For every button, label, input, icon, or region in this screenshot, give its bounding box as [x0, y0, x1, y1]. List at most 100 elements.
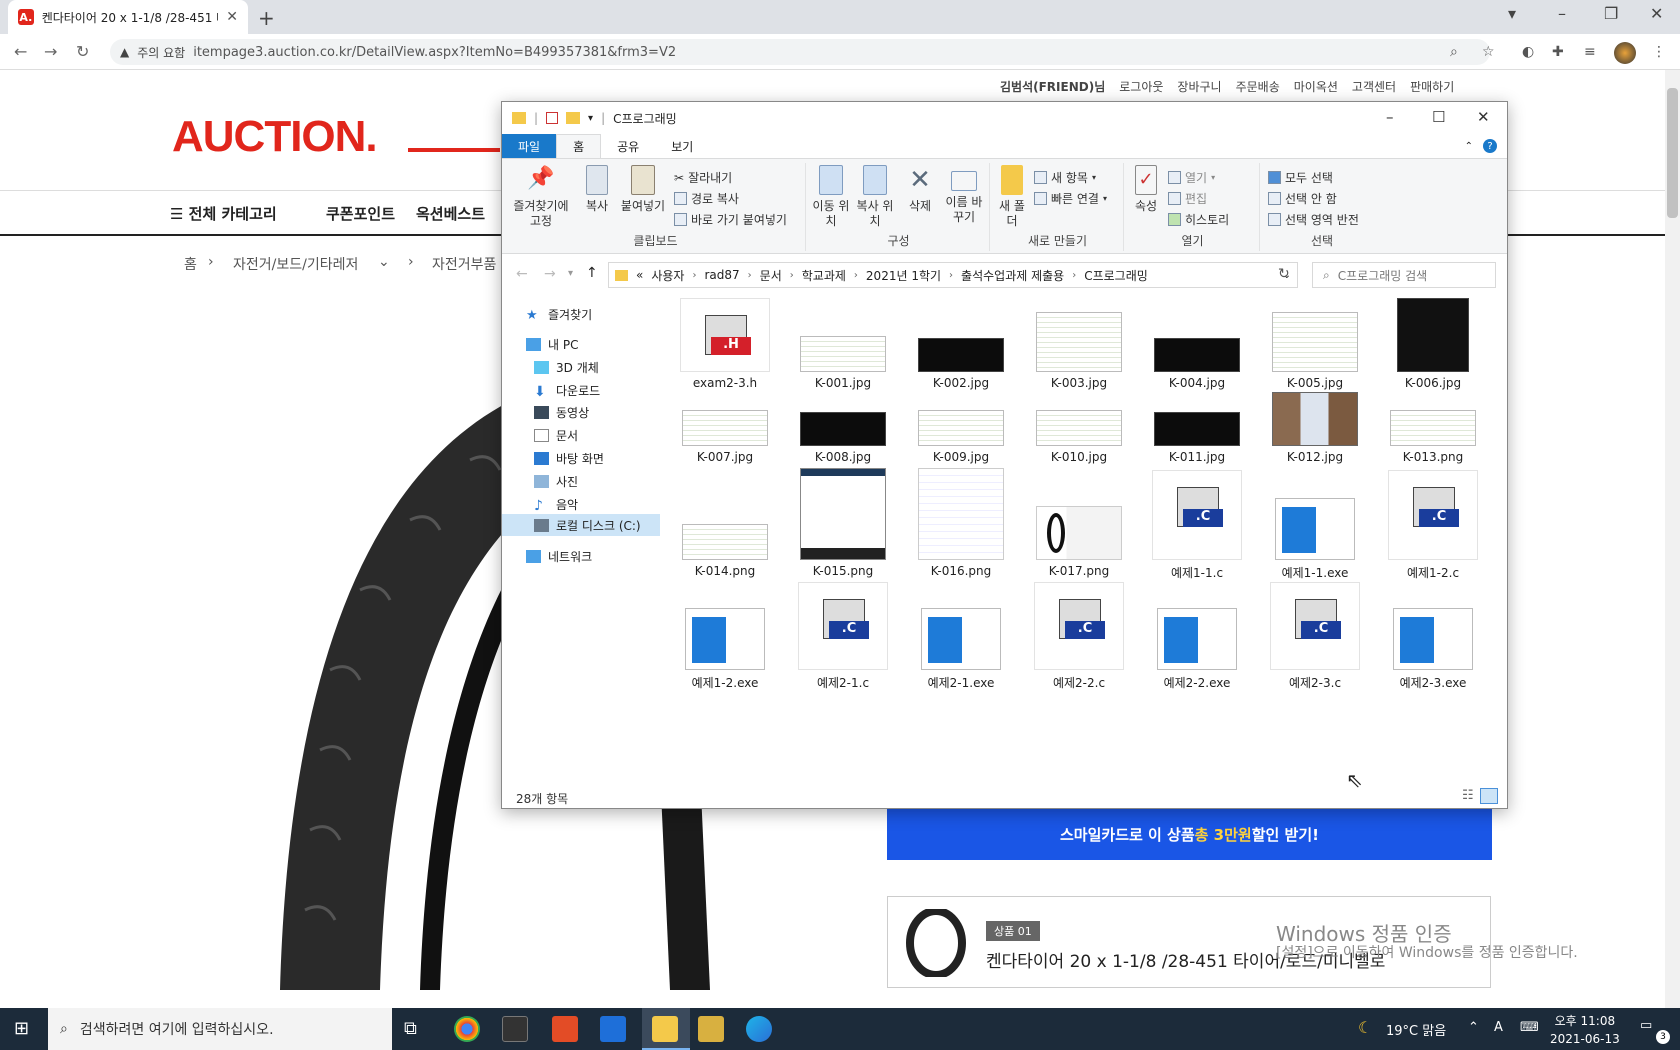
explorer-address-bar[interactable]: « 사용자 › rad87 › 문서 › 학교과제 › 2021년 1학기 › 출석수업과…: [608, 262, 1298, 288]
paste-button[interactable]: 붙여넣기: [618, 165, 668, 214]
nav-all-categories[interactable]: ☰ 전체 카테고리: [170, 203, 277, 224]
windows-start-icon[interactable]: ⊞: [14, 1018, 29, 1039]
clock[interactable]: 오후 11:08 2021-06-13: [1550, 1012, 1620, 1048]
file-item[interactable]: .C 예제1-2.c: [1378, 468, 1488, 582]
file-item[interactable]: K-011.jpg: [1142, 384, 1252, 468]
close-window-icon[interactable]: ✕: [1650, 4, 1663, 23]
nav-local-disk[interactable]: 로컬 디스크 (C:): [502, 514, 660, 536]
history-button[interactable]: 히스토리: [1168, 211, 1229, 228]
tab-file[interactable]: 파일: [502, 134, 557, 158]
minimize-icon[interactable]: –: [1386, 108, 1394, 126]
file-item[interactable]: 예제2-3.exe: [1378, 582, 1488, 692]
nav-pictures[interactable]: 사진: [534, 473, 578, 490]
file-item[interactable]: K-014.png: [670, 468, 780, 582]
large-icons-view-icon[interactable]: [1479, 788, 1498, 804]
help-icon[interactable]: ?: [1483, 139, 1497, 153]
browser-tab[interactable]: A. 켄다타이어 20 x 1-1/8 /28-451 타 ✕: [8, 0, 248, 34]
customize-dropdown-icon[interactable]: ▾: [588, 113, 593, 124]
file-item[interactable]: K-016.png: [906, 468, 1016, 582]
file-item[interactable]: .C 예제2-3.c: [1260, 582, 1370, 692]
nav-documents[interactable]: 문서: [534, 427, 578, 444]
path-current[interactable]: C프로그래밍: [1084, 267, 1148, 284]
chrome-icon[interactable]: [454, 1016, 480, 1042]
close-icon[interactable]: ✕: [1477, 108, 1490, 126]
tab-share[interactable]: 공유: [601, 134, 655, 158]
tab-home[interactable]: 홈: [556, 134, 602, 158]
tab-view[interactable]: 보기: [655, 134, 709, 158]
up-icon[interactable]: ↑: [586, 265, 598, 281]
copy-to-button[interactable]: 복사 위치: [854, 165, 896, 229]
file-item[interactable]: .C 예제2-1.c: [788, 582, 898, 692]
path-documents[interactable]: 문서: [760, 267, 782, 284]
cut-button[interactable]: ✂ 잘라내기: [674, 169, 732, 186]
select-all-button[interactable]: 모두 선택: [1268, 169, 1333, 186]
taskbar-search[interactable]: ⌕ 검색하려면 여기에 입력하십시오.: [48, 1008, 392, 1050]
file-item[interactable]: K-012.jpg: [1260, 384, 1370, 468]
dropdown-chevron-icon[interactable]: ⌄: [378, 254, 390, 270]
file-item[interactable]: 예제1-2.exe: [670, 582, 780, 692]
properties-button[interactable]: ✓ 속성: [1128, 165, 1164, 214]
paste-shortcut-button[interactable]: 바로 가기 붙여넣기: [674, 211, 787, 228]
restore-icon[interactable]: ❐: [1604, 4, 1618, 23]
app-icon[interactable]: [552, 1016, 578, 1042]
media-icon[interactable]: ≡: [1584, 44, 1596, 60]
bookmark-star-icon[interactable]: ☆: [1482, 44, 1495, 60]
file-item[interactable]: K-006.jpg: [1378, 298, 1488, 394]
new-item-button[interactable]: 새 항목 ▾: [1034, 169, 1096, 186]
recent-dropdown-icon[interactable]: ▾: [568, 268, 573, 279]
breadcrumb-home[interactable]: 홈: [184, 254, 197, 274]
auction-logo[interactable]: AUCTION.: [172, 112, 378, 162]
address-bar[interactable]: ▲ 주의 요함 itempage3.auction.co.kr/DetailVi…: [110, 39, 1490, 65]
customer-center-link[interactable]: 고객센터: [1352, 78, 1396, 95]
file-item[interactable]: K-004.jpg: [1142, 298, 1252, 394]
nav-auction-best[interactable]: 옥션베스트: [416, 203, 485, 224]
edge-icon[interactable]: [746, 1016, 772, 1042]
open-button[interactable]: 열기 ▾: [1168, 169, 1215, 186]
file-item[interactable]: K-008.jpg: [788, 384, 898, 468]
puzzle-icon[interactable]: ✚: [1552, 44, 1564, 60]
chevron-right-icon[interactable]: ›: [854, 270, 858, 281]
file-item[interactable]: K-003.jpg: [1024, 298, 1134, 394]
back-icon[interactable]: ←: [516, 266, 528, 282]
extension-icon[interactable]: ◐: [1522, 44, 1534, 60]
path-user[interactable]: rad87: [704, 268, 739, 282]
rename-button[interactable]: 이름 바꾸기: [942, 165, 986, 225]
path-school[interactable]: 학교과제: [802, 267, 846, 284]
pin-to-quick-access-button[interactable]: 📌 즐겨찾기에 고정: [508, 165, 574, 229]
file-item[interactable]: K-007.jpg: [670, 384, 780, 468]
file-item[interactable]: K-009.jpg: [906, 384, 1016, 468]
warning-icon[interactable]: ▲: [120, 45, 129, 59]
edit-button[interactable]: 편집: [1168, 190, 1207, 207]
reload-icon[interactable]: ↻: [76, 42, 89, 61]
nav-videos[interactable]: 동영상: [534, 404, 589, 421]
file-item[interactable]: 예제1-1.exe: [1260, 468, 1370, 582]
chevron-right-icon[interactable]: ›: [748, 270, 752, 281]
breadcrumb-category[interactable]: 자전거/보드/기타레저: [233, 254, 358, 274]
delete-button[interactable]: ✕ 삭제: [900, 165, 940, 214]
weather-text[interactable]: 19°C 맑음: [1386, 1020, 1446, 1039]
url-text[interactable]: itempage3.auction.co.kr/DetailView.aspx?…: [193, 45, 676, 60]
nav-3d-objects[interactable]: 3D 개체: [534, 359, 599, 376]
breadcrumb-subcategory[interactable]: 자전거부품: [432, 254, 496, 274]
back-icon[interactable]: ←: [14, 42, 27, 61]
path-semester[interactable]: 2021년 1학기: [866, 267, 941, 284]
file-item[interactable]: .H exam2-3.h: [670, 298, 780, 394]
new-tab-icon[interactable]: +: [258, 6, 275, 30]
invert-selection-button[interactable]: 선택 영역 반전: [1268, 211, 1359, 228]
task-view-icon[interactable]: ⧉: [404, 1018, 417, 1039]
ime-indicator[interactable]: A: [1494, 1020, 1503, 1035]
sell-link[interactable]: 판매하기: [1410, 78, 1454, 95]
ime-mode-icon[interactable]: ⌨: [1520, 1020, 1539, 1035]
nav-downloads[interactable]: ⬇ 다운로드: [534, 382, 600, 400]
search-input[interactable]: ⌕ C프로그래밍 검색: [1312, 262, 1496, 288]
refresh-icon[interactable]: ↻: [1278, 266, 1290, 282]
nav-quick-access[interactable]: ★ 즐겨찾기: [526, 306, 592, 323]
store-icon[interactable]: [600, 1016, 626, 1042]
security-label[interactable]: 주의 요함: [137, 44, 185, 61]
minimize-icon[interactable]: –: [1558, 4, 1566, 23]
path-users[interactable]: 사용자: [651, 267, 684, 284]
new-folder-button[interactable]: 새 폴더: [994, 165, 1030, 229]
file-item[interactable]: K-010.jpg: [1024, 384, 1134, 468]
collapse-ribbon-icon[interactable]: ⌃: [1465, 141, 1473, 152]
terminal-icon[interactable]: [502, 1016, 528, 1042]
